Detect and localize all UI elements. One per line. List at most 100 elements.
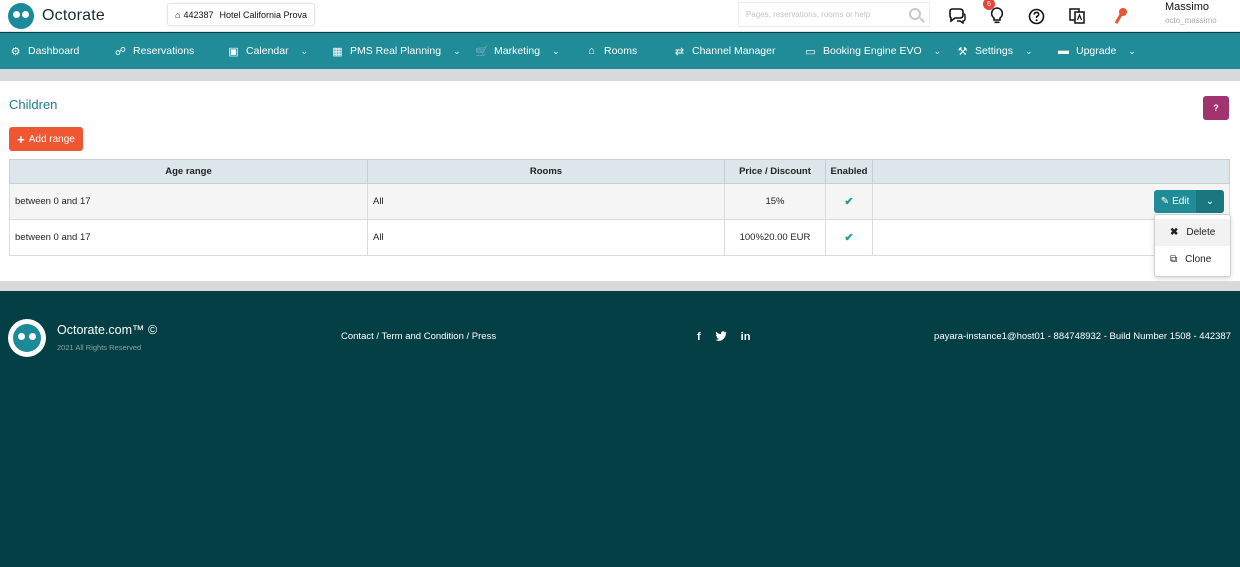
help-circle-icon[interactable] — [1025, 5, 1047, 27]
column-header-age-range[interactable]: Age range — [9, 159, 368, 184]
main-content: Children ? + Add range Age range Rooms P… — [0, 81, 1240, 281]
rooms-cell: All — [367, 183, 725, 220]
top-header: Octorate ⌂ 442387 Hotel California Prova… — [0, 0, 1240, 32]
facebook-icon[interactable]: f — [697, 331, 701, 344]
close-icon: ✖ — [1170, 227, 1179, 238]
wrench-icon: ⚒ — [957, 45, 968, 58]
main-nav: ⚙ Dashboard ☍ Reservations ▣ Calendar ⌄ … — [0, 33, 1240, 69]
column-header-enabled[interactable]: Enabled — [825, 159, 873, 184]
add-range-button[interactable]: + Add range — [9, 127, 83, 151]
hotel-id: 442387 — [183, 9, 214, 20]
cart-icon: 🛒 — [475, 45, 489, 58]
monitor-icon: ▭ — [805, 45, 816, 58]
nav-label: Upgrade — [1076, 45, 1117, 57]
menu-item-label: Clone — [1185, 254, 1212, 265]
language-icon[interactable] — [1066, 5, 1088, 27]
column-header-rooms[interactable]: Rooms — [367, 159, 725, 184]
nav-label: PMS Real Planning — [350, 45, 442, 57]
dashboard-icon: ⚙ — [10, 45, 21, 58]
nav-channel-manager[interactable]: ⇄ Channel Manager — [673, 33, 776, 69]
edit-label: Edit — [1172, 196, 1190, 207]
enabled-cell: ✔ — [825, 183, 873, 220]
age-range-cell: between 0 and 17 — [9, 219, 368, 256]
page-footer: Octorate.com™ © 2021 All Rights Reserved… — [0, 291, 1240, 567]
nav-rooms[interactable]: ⌂ Rooms — [585, 33, 637, 69]
chat-icon[interactable] — [946, 5, 968, 27]
user-name: Massimo — [1165, 1, 1210, 13]
separator-strip — [0, 281, 1240, 291]
nav-marketing[interactable]: 🛒 Marketing ⌄ — [475, 33, 560, 69]
home-icon: ⌂ — [588, 45, 595, 57]
enabled-cell: ✔ — [825, 219, 873, 256]
search-input[interactable] — [739, 4, 899, 25]
footer-brand: Octorate.com™ © — [57, 323, 158, 337]
chevron-down-icon: ⌄ — [552, 45, 560, 56]
edit-icon: ✎ — [1160, 196, 1170, 207]
nav-label: Calendar — [246, 45, 289, 57]
octopus-logo-icon — [8, 319, 46, 357]
chevron-down-icon: ⌄ — [1128, 45, 1136, 56]
menu-item-delete[interactable]: ✖ Delete — [1155, 219, 1230, 246]
nav-label: Channel Manager — [692, 45, 776, 57]
footer-links[interactable]: Contact / Term and Condition / Press — [341, 331, 496, 342]
brand-logo[interactable]: Octorate — [8, 3, 105, 29]
chevron-down-icon: ⌄ — [1024, 45, 1033, 56]
plus-icon: + — [17, 131, 25, 147]
nav-booking-engine[interactable]: ▭ Booking Engine EVO ⌄ — [804, 33, 941, 69]
planning-icon: ▦ — [332, 45, 343, 58]
build-info: payara-instance1@host01 - 884748932 - Bu… — [934, 331, 1231, 342]
user-login: octo_massimo — [1165, 16, 1217, 25]
global-search — [738, 2, 930, 27]
nav-label: Settings — [975, 45, 1013, 57]
table-row[interactable]: between 0 and 17 All 15% ✔ — [9, 183, 1230, 220]
table-row[interactable]: between 0 and 17 All 100%20.00 EUR ✔ — [9, 219, 1230, 256]
nav-label: Reservations — [133, 45, 195, 57]
chevron-down-icon: ⌄ — [453, 45, 461, 56]
children-table: Age range Rooms Price / Discount Enabled… — [9, 159, 1230, 256]
nav-reservations[interactable]: ☍ Reservations — [114, 33, 194, 69]
nav-calendar[interactable]: ▣ Calendar ⌄ — [227, 33, 308, 69]
nav-pms-real-planning[interactable]: ▦ PMS Real Planning ⌄ — [331, 33, 461, 69]
chevron-down-icon: ⌄ — [933, 45, 942, 56]
nav-upgrade[interactable]: ▬ Upgrade ⌄ — [1057, 33, 1136, 69]
clone-icon: ⧉ — [1170, 254, 1178, 265]
credit-card-icon: ▬ — [1058, 45, 1069, 57]
search-icon[interactable] — [909, 8, 921, 20]
nav-settings[interactable]: ⚒ Settings ⌄ — [956, 33, 1033, 69]
calendar-icon: ▣ — [228, 45, 239, 58]
shuffle-icon: ⇄ — [674, 45, 685, 58]
footer-rights: 2021 All Rights Reserved — [57, 343, 142, 352]
rooms-cell: All — [367, 219, 725, 256]
row-actions-menu: ✖ Delete ⧉ Clone — [1154, 214, 1231, 277]
nav-label: Rooms — [604, 45, 638, 57]
edit-button-group: ✎ Edit ⌄ — [1154, 190, 1224, 213]
social-links: f in — [697, 331, 750, 344]
nav-label: Booking Engine EVO — [823, 45, 922, 57]
nav-dashboard[interactable]: ⚙ Dashboard — [9, 33, 80, 69]
column-header-price[interactable]: Price / Discount — [724, 159, 826, 184]
brand-name: Octorate — [42, 7, 105, 24]
help-button[interactable]: ? — [1203, 96, 1229, 120]
menu-item-clone[interactable]: ⧉ Clone — [1155, 246, 1230, 273]
price-cell: 15% — [724, 183, 826, 220]
reservations-icon: ☍ — [114, 45, 127, 58]
chevron-down-icon: ⌄ — [300, 45, 309, 56]
chevron-down-icon: ⌄ — [1205, 196, 1215, 207]
page-title: Children — [9, 97, 58, 112]
nav-label: Dashboard — [28, 45, 80, 57]
check-icon: ✔ — [844, 196, 854, 208]
column-header-actions — [872, 159, 1230, 184]
menu-item-label: Delete — [1186, 227, 1216, 238]
table-header-row: Age range Rooms Price / Discount Enabled — [9, 159, 1230, 184]
linkedin-icon[interactable]: in — [741, 331, 751, 344]
home-icon: ⌂ — [175, 9, 181, 20]
edit-button[interactable]: ✎ Edit — [1154, 190, 1196, 213]
separator-strip — [0, 69, 1240, 81]
add-range-label: Add range — [28, 133, 75, 145]
hotel-selector[interactable]: ⌂ 442387 Hotel California Prova — [167, 3, 316, 26]
key-icon[interactable] — [1110, 5, 1132, 27]
twitter-icon[interactable] — [714, 331, 727, 344]
edit-dropdown-toggle[interactable]: ⌄ — [1196, 190, 1224, 213]
price-cell: 100%20.00 EUR — [724, 219, 826, 256]
user-menu[interactable]: Massimo octo_massimo — [1165, 1, 1217, 27]
